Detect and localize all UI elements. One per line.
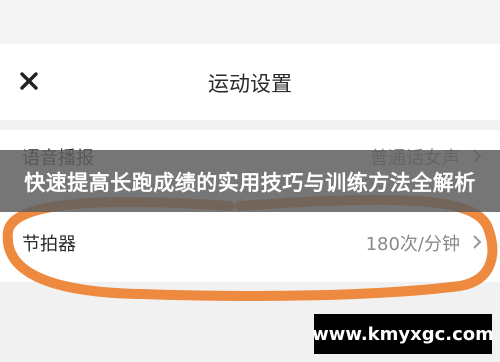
watermark: www.kmyxgc.com — [312, 314, 494, 354]
page-title: 运动设置 — [208, 72, 292, 96]
nav-bar: 运动设置 — [0, 44, 500, 120]
banner-title: 快速提高长跑成绩的实用技巧与训练方法全解析 — [24, 171, 476, 195]
setting-label-metronome: 节拍器 — [22, 234, 76, 255]
status-area — [0, 0, 500, 44]
section-divider — [0, 120, 500, 130]
setting-row-metronome[interactable]: 节拍器 180次/分钟 — [0, 216, 500, 268]
chevron-right-icon — [473, 235, 482, 249]
screenshot: 运动设置 语音播报 普通话女声 节拍器 180次/分钟 快速提高长跑成绩的实用技… — [0, 0, 500, 362]
title-banner: 快速提高长跑成绩的实用技巧与训练方法全解析 — [0, 150, 500, 212]
setting-value-metronome: 180次/分钟 — [365, 234, 460, 255]
